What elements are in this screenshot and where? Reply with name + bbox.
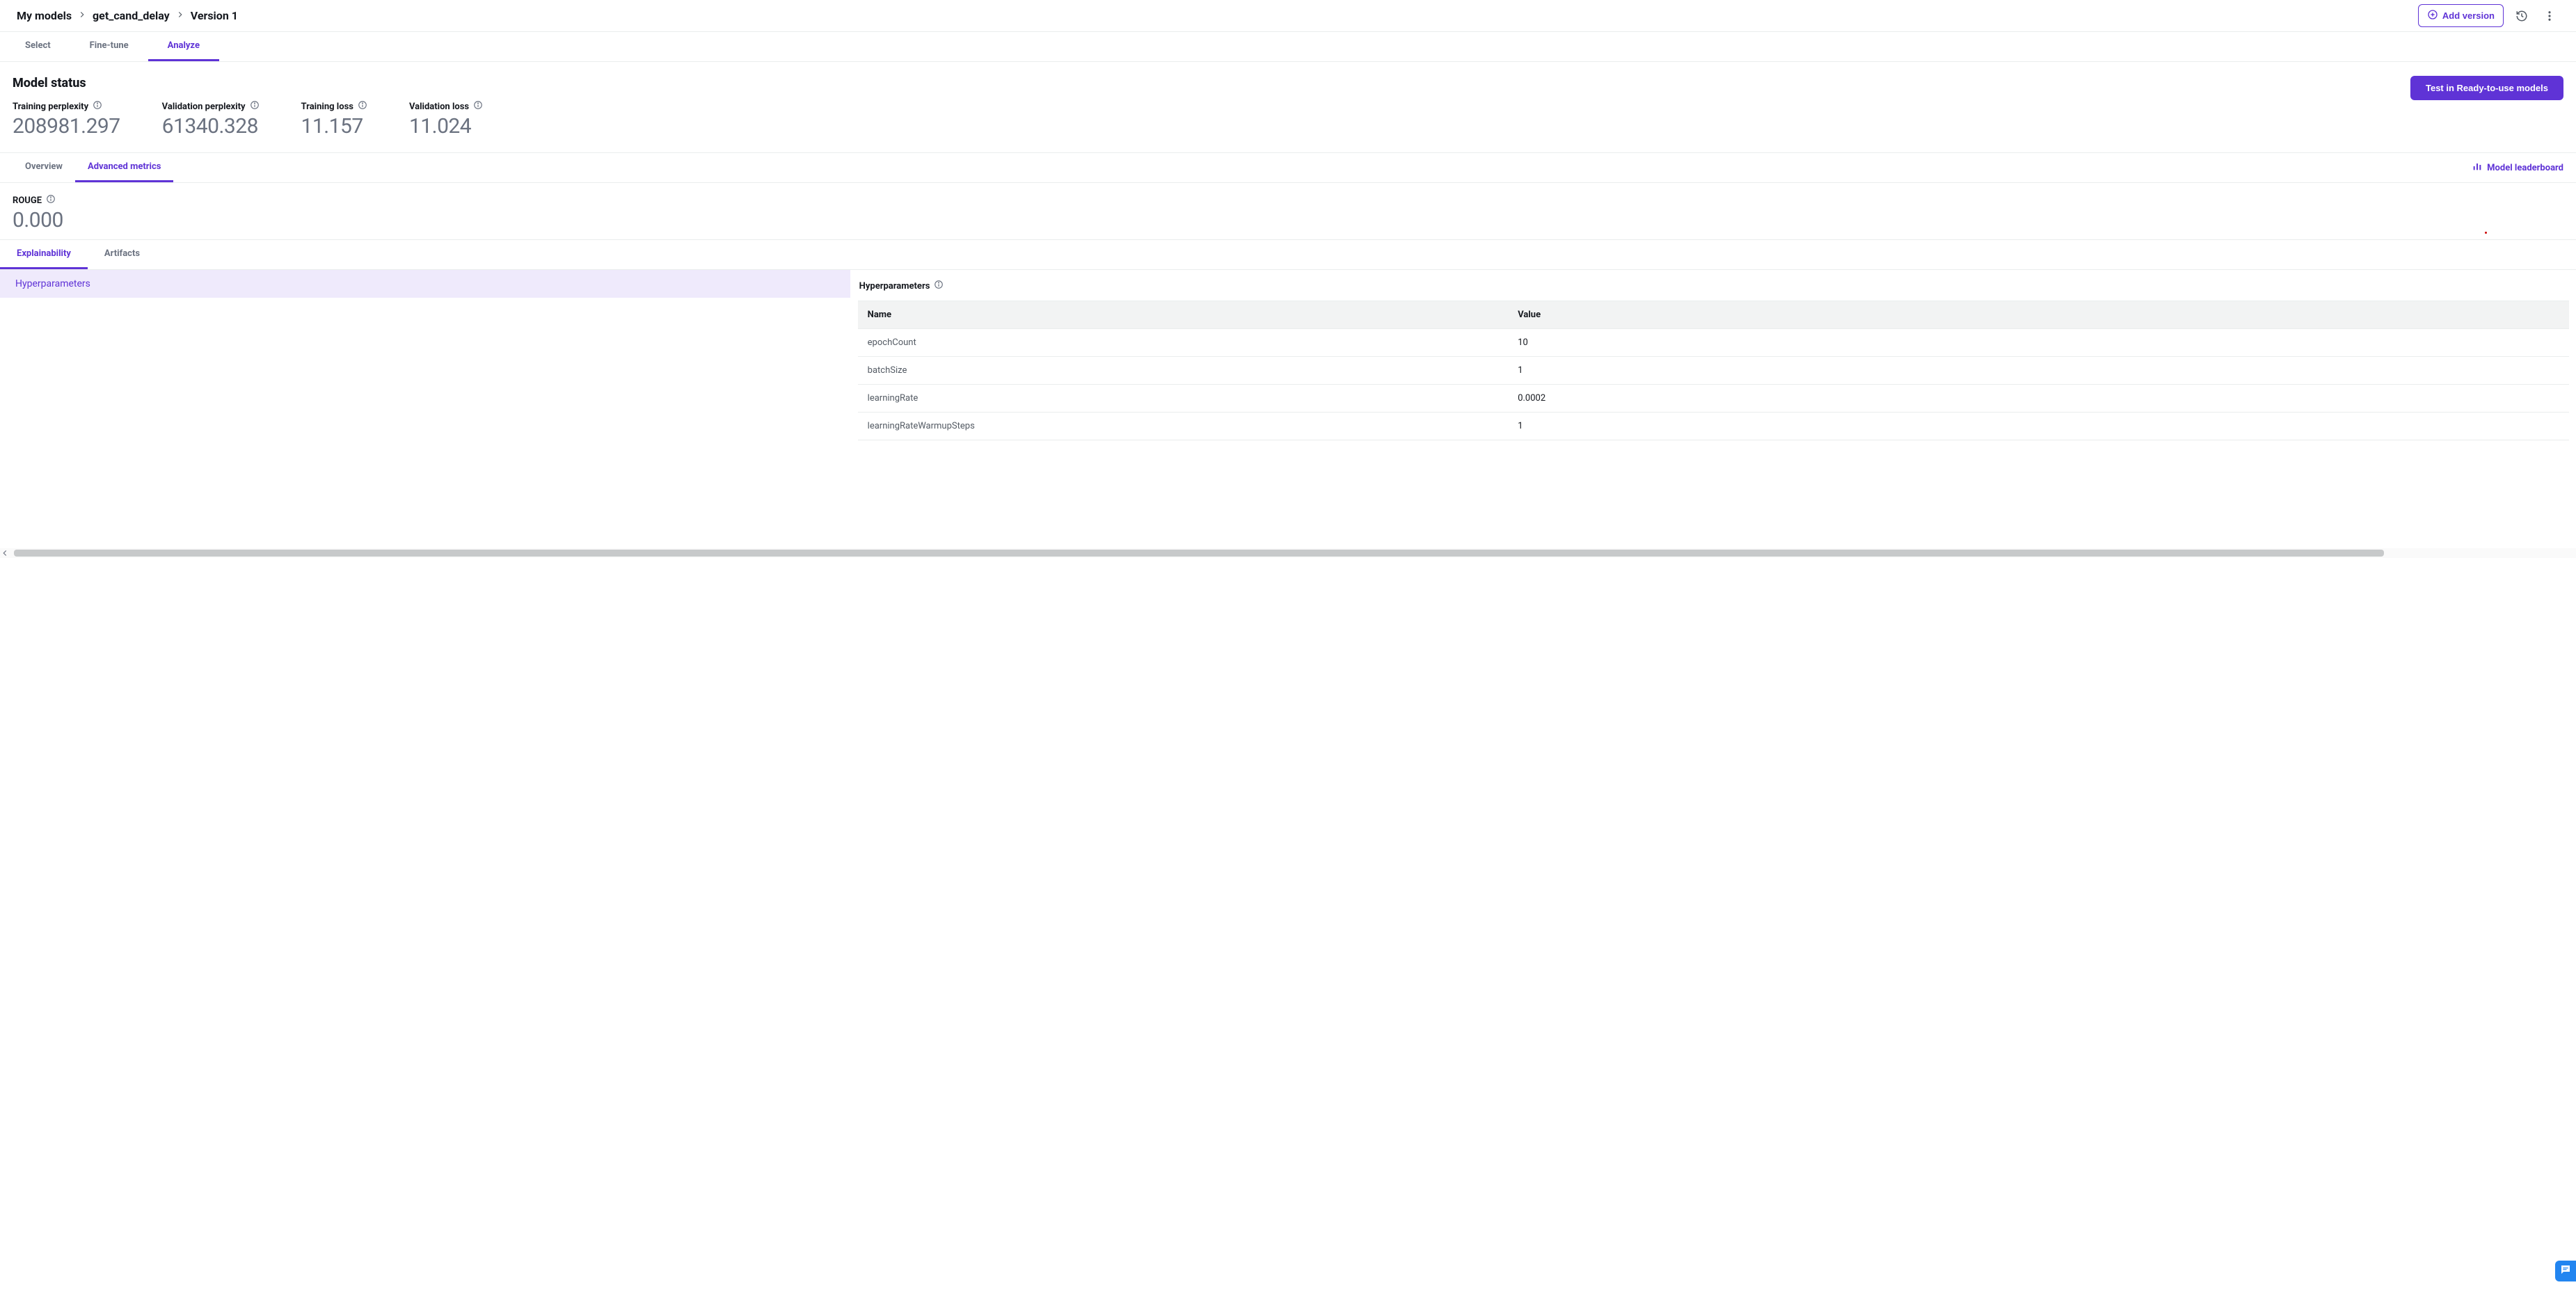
tab-artifacts[interactable]: Artifacts bbox=[88, 240, 157, 269]
secondary-bar: Overview Advanced metrics Model leaderbo… bbox=[0, 153, 2576, 183]
metric-validation-loss: Validation loss 11.024 bbox=[409, 100, 483, 138]
primary-tabs: Select Fine-tune Analyze bbox=[0, 32, 2576, 62]
tab-select[interactable]: Select bbox=[6, 32, 70, 61]
metric-value: 61340.328 bbox=[162, 114, 260, 138]
metric-label: Training perplexity bbox=[13, 102, 88, 112]
info-icon[interactable] bbox=[473, 100, 483, 113]
metric-training-perplexity: Training perplexity 208981.297 bbox=[13, 100, 120, 138]
metric-label: ROUGE bbox=[13, 195, 42, 206]
cell-value: 10 bbox=[1508, 329, 2569, 357]
metric-value: 208981.297 bbox=[13, 114, 120, 138]
kebab-menu-icon[interactable] bbox=[2540, 6, 2559, 26]
cell-value: 1 bbox=[1508, 357, 2569, 385]
explainability-panel: Hyperparameters Hyperparameters Name Val… bbox=[0, 270, 2576, 548]
breadcrumb-item-0[interactable]: My models bbox=[17, 9, 72, 22]
metric-label: Training loss bbox=[301, 102, 353, 112]
metric-label: Validation loss bbox=[409, 102, 469, 112]
model-leaderboard-link[interactable]: Model leaderboard bbox=[2472, 161, 2563, 175]
left-nav-item-hyperparameters[interactable]: Hyperparameters bbox=[0, 270, 850, 298]
scroll-left-arrow-icon[interactable] bbox=[0, 548, 10, 558]
scrollbar-thumb[interactable] bbox=[14, 550, 2384, 557]
table-row: batchSize 1 bbox=[858, 357, 2569, 385]
metrics-row: Training perplexity 208981.297 Validatio… bbox=[13, 100, 483, 138]
indicator-dot bbox=[2485, 232, 2487, 234]
info-icon[interactable] bbox=[250, 100, 260, 113]
tab-explainability[interactable]: Explainability bbox=[0, 240, 88, 269]
section-title: Model status bbox=[13, 76, 483, 90]
breadcrumb-item-2: Version 1 bbox=[191, 9, 238, 22]
tertiary-tabs: Explainability Artifacts bbox=[0, 240, 2576, 270]
tab-fine-tune[interactable]: Fine-tune bbox=[70, 32, 148, 61]
chevron-right-icon bbox=[77, 9, 87, 22]
table-row: learningRateWarmupSteps 1 bbox=[858, 413, 2569, 440]
topbar-actions: Add version bbox=[2418, 4, 2559, 27]
table-row: learningRate 0.0002 bbox=[858, 385, 2569, 413]
col-name: Name bbox=[858, 301, 1509, 329]
metric-label: Validation perplexity bbox=[162, 102, 246, 112]
cell-name: learningRateWarmupSteps bbox=[858, 413, 1509, 440]
metric-training-loss: Training loss 11.157 bbox=[301, 100, 367, 138]
cell-name: learningRate bbox=[858, 385, 1509, 413]
cell-name: batchSize bbox=[858, 357, 1509, 385]
model-leaderboard-label: Model leaderboard bbox=[2487, 163, 2563, 173]
info-icon[interactable] bbox=[93, 100, 102, 113]
info-icon[interactable] bbox=[934, 280, 944, 292]
breadcrumb: My models get_cand_delay Version 1 bbox=[17, 9, 238, 22]
bar-chart-icon bbox=[2472, 161, 2483, 175]
chat-icon bbox=[2559, 1263, 2572, 1279]
col-value: Value bbox=[1508, 301, 2569, 329]
test-model-button[interactable]: Test in Ready-to-use models bbox=[2410, 76, 2563, 100]
horizontal-scrollbar[interactable] bbox=[0, 548, 2576, 558]
metric-value: 11.024 bbox=[409, 114, 483, 138]
panel-title: Hyperparameters bbox=[859, 281, 930, 291]
hyperparameters-panel: Hyperparameters Name Value epochCount 10… bbox=[850, 270, 2576, 548]
explainability-left-nav: Hyperparameters bbox=[0, 270, 850, 548]
metric-value: 0.000 bbox=[13, 208, 2563, 232]
cell-value: 0.0002 bbox=[1508, 385, 2569, 413]
tab-advanced-metrics[interactable]: Advanced metrics bbox=[75, 153, 173, 182]
rouge-section: ROUGE 0.000 bbox=[0, 183, 2576, 240]
metric-validation-perplexity: Validation perplexity 61340.328 bbox=[162, 100, 260, 138]
add-version-button[interactable]: Add version bbox=[2418, 4, 2504, 27]
hyperparameters-table: Name Value epochCount 10 batchSize 1 lea… bbox=[858, 301, 2569, 440]
tab-analyze[interactable]: Analyze bbox=[148, 32, 219, 61]
info-icon[interactable] bbox=[358, 100, 367, 113]
cell-value: 1 bbox=[1508, 413, 2569, 440]
add-version-label: Add version bbox=[2442, 10, 2495, 21]
tab-overview[interactable]: Overview bbox=[13, 153, 75, 182]
breadcrumb-item-1[interactable]: get_cand_delay bbox=[93, 9, 170, 22]
topbar: My models get_cand_delay Version 1 Add v… bbox=[0, 0, 2576, 32]
cell-name: epochCount bbox=[858, 329, 1509, 357]
chevron-right-icon bbox=[175, 9, 185, 22]
table-row: epochCount 10 bbox=[858, 329, 2569, 357]
secondary-tabs: Overview Advanced metrics bbox=[13, 153, 173, 182]
info-icon[interactable] bbox=[46, 194, 56, 207]
metric-value: 11.157 bbox=[301, 114, 367, 138]
metric-rouge: ROUGE 0.000 bbox=[13, 194, 2563, 232]
chat-fab[interactable] bbox=[2555, 1261, 2576, 1281]
model-status-section: Model status Training perplexity 208981.… bbox=[0, 62, 2576, 145]
plus-circle-icon bbox=[2427, 9, 2438, 22]
history-icon[interactable] bbox=[2512, 6, 2531, 26]
